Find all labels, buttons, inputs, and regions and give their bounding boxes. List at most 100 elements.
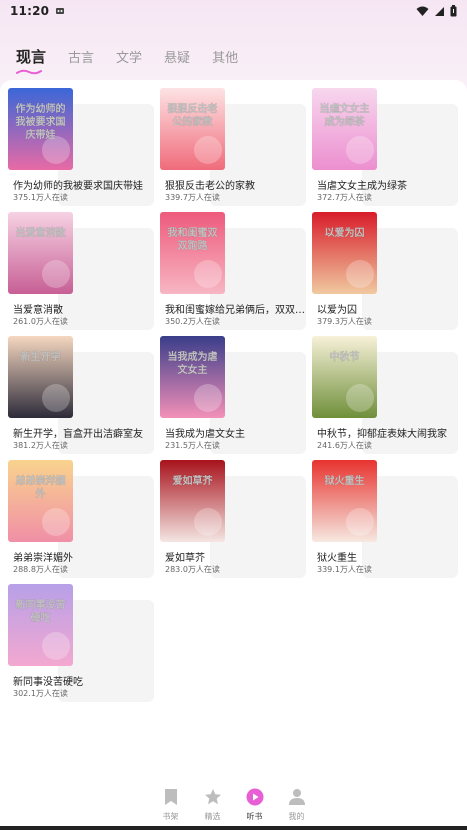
cover-art: 我和闺蜜双双跑路 [160, 212, 225, 294]
book-card[interactable]: 新生开学新生开学，盲盒开出洁癖室友 381.2万人在读 [8, 336, 154, 454]
cover-title-text: 文女主 [178, 363, 208, 376]
nav-label: 听书 [246, 812, 263, 821]
book-readers: 372.7万人在读 [317, 193, 372, 202]
cover-decoration [346, 384, 374, 412]
cover-title-text: 弟弟崇洋媚 [16, 474, 66, 487]
battery-icon [450, 5, 457, 17]
cover-decoration [194, 260, 222, 288]
notification-icon [56, 8, 65, 14]
book-card[interactable]: 当虐文女主 成为绿茶 当虐文女主成为绿茶 372.7万人在读 [312, 88, 458, 206]
book-cover: 以爱为囚 [312, 212, 377, 294]
nav-audiobook[interactable]: 听书 [245, 788, 265, 830]
home-indicator [0, 826, 467, 830]
book-readers: 231.5万人在读 [165, 441, 220, 450]
cover-art: 狠狠反击老公的家教 [160, 88, 225, 170]
book-card[interactable]: 狱火重生 狱火重生 339.1万人在读 [312, 460, 458, 578]
cover-title-text: 公的家教 [173, 115, 214, 128]
book-readers: 283.0万人在读 [165, 565, 220, 574]
book-card[interactable]: 弟弟崇洋媚外弟弟崇洋媚外 288.8万人在读 [8, 460, 154, 578]
cover-title-text: 狱火重生 [324, 474, 365, 487]
active-tab-indicator [16, 69, 42, 74]
book-grid: 作为幼师的 我被要求国 庆带娃 作为幼师的我被要求国庆带娃 375.1万人在读 狠狠反击… [8, 88, 459, 702]
book-readers: 261.0万人在读 [13, 317, 68, 326]
book-cover: 中秋节 [312, 336, 377, 418]
tab-xuanyi[interactable]: 悬疑 [164, 47, 190, 66]
book-title: 爱如草芥 [165, 553, 205, 564]
book-cover: 弟弟崇洋媚外 [8, 460, 73, 542]
cover-decoration [346, 136, 374, 164]
cover-art: 作为幼师的我被要求国庆带娃 [8, 88, 73, 170]
book-cover: 我和闺蜜双 双跑路 [160, 212, 225, 294]
cover-decoration [194, 508, 222, 536]
signal-icon [435, 6, 444, 16]
cover-art: 以爱为囚 [312, 212, 377, 294]
book-title: 狱火重生 [317, 553, 357, 564]
cover-title-text: 我和闺蜜双 [168, 226, 218, 239]
book-card[interactable]: 狠狠反击老 公的家教 狠狠反击老公的家教 339.7万人在读 [160, 88, 306, 206]
book-title: 当虐文女主成为绿茶 [317, 181, 407, 192]
nav-bookshelf[interactable]: 书架 [161, 788, 181, 830]
tab-qita[interactable]: 其他 [212, 47, 238, 66]
cover-decoration [194, 384, 222, 412]
cover-decoration [42, 260, 70, 288]
tab-label: 古言 [68, 50, 95, 66]
book-cover: 作为幼师的 我被要求国 庆带娃 [8, 88, 73, 170]
book-card[interactable]: 当我成为虐 文女主 当我成为虐文女主 231.5万人在读 [160, 336, 306, 454]
cover-title-text: 成为绿茶 [325, 115, 366, 128]
cover-art: 新同事没苦硬吃 [8, 584, 73, 666]
tab-wenxue[interactable]: 文学 [116, 47, 142, 66]
cover-title-text: 中秋节 [330, 350, 360, 363]
cover-art: 当我成为虐文女主 [160, 336, 225, 418]
tab-label: 悬疑 [164, 50, 191, 66]
book-title: 作为幼师的我被要求国庆带娃 [13, 181, 143, 192]
book-cover: 狱火重生 [312, 460, 377, 542]
cover-title-text: 作为幼师的 [16, 102, 66, 115]
book-readers: 375.1万人在读 [13, 193, 68, 202]
cover-title-text: 双跑路 [178, 239, 209, 252]
wifi-icon [416, 6, 429, 16]
bookmark-icon [164, 789, 177, 805]
tab-label: 其他 [212, 50, 239, 66]
book-readers: 339.1万人在读 [317, 565, 372, 574]
cover-art: 当虐文女主成为绿茶 [312, 88, 377, 170]
book-title: 当我成为虐文女主 [165, 429, 245, 440]
cover-decoration [42, 632, 70, 660]
book-card[interactable]: 新同事没苦 硬吃 新同事没苦硬吃 302.1万人在读 [8, 584, 154, 702]
book-card[interactable]: 作为幼师的 我被要求国 庆带娃 作为幼师的我被要求国庆带娃 375.1万人在读 [8, 88, 154, 206]
book-title: 以爱为囚 [317, 305, 357, 316]
book-title: 狠狠反击老公的家教 [165, 181, 255, 192]
book-readers: 241.6万人在读 [317, 441, 372, 450]
cover-art: 新生开学 [8, 336, 73, 418]
tab-label: 现言 [16, 47, 47, 66]
tab-guyan[interactable]: 古言 [68, 47, 94, 66]
cover-art: 中秋节 [312, 336, 377, 418]
book-card[interactable]: 我和闺蜜双 双跑路 我和闺蜜嫁给兄弟俩后，双双跑路 350.2万人在读 [160, 212, 306, 330]
cover-title-text: 外 [35, 487, 46, 500]
cover-decoration [42, 508, 70, 536]
book-readers: 381.2万人在读 [13, 441, 68, 450]
nav-featured[interactable]: 精选 [203, 788, 223, 830]
book-readers: 339.7万人在读 [165, 193, 220, 202]
tab-label: 文学 [116, 50, 143, 66]
cover-art: 当爱意消散 [8, 212, 73, 294]
book-card[interactable]: 当爱意消散 当爱意消散 261.0万人在读 [8, 212, 154, 330]
cover-decoration [346, 260, 374, 288]
book-card[interactable]: 爱如草芥 爱如草芥 283.0万人在读 [160, 460, 306, 578]
cover-title-text: 当虐文女主 [320, 102, 370, 115]
book-card[interactable]: 以爱为囚 以爱为囚 379.3万人在读 [312, 212, 458, 330]
book-title: 新生开学，盲盒开出洁癖室友 [13, 429, 143, 440]
cover-title-text: 硬吃 [31, 611, 51, 624]
cover-title-text: 爱如草芥 [173, 474, 214, 487]
book-readers: 302.1万人在读 [13, 689, 68, 698]
book-card[interactable]: 中秋节 中秋节，抑郁症表妹大闹我家 241.6万人在读 [312, 336, 458, 454]
nav-profile[interactable]: 我的 [287, 788, 307, 830]
nav-label: 我的 [288, 812, 305, 821]
tab-xianyan[interactable]: 现言 [16, 46, 47, 74]
status-bar: 11:20 [0, 0, 467, 22]
cover-title-text: 我被要求国 [16, 115, 66, 128]
cover-decoration [346, 508, 374, 536]
book-title: 弟弟崇洋媚外 [13, 553, 73, 564]
cover-title-text: 新同事没苦 [16, 598, 66, 611]
book-readers: 350.2万人在读 [165, 317, 220, 326]
book-readers: 288.8万人在读 [13, 565, 68, 574]
